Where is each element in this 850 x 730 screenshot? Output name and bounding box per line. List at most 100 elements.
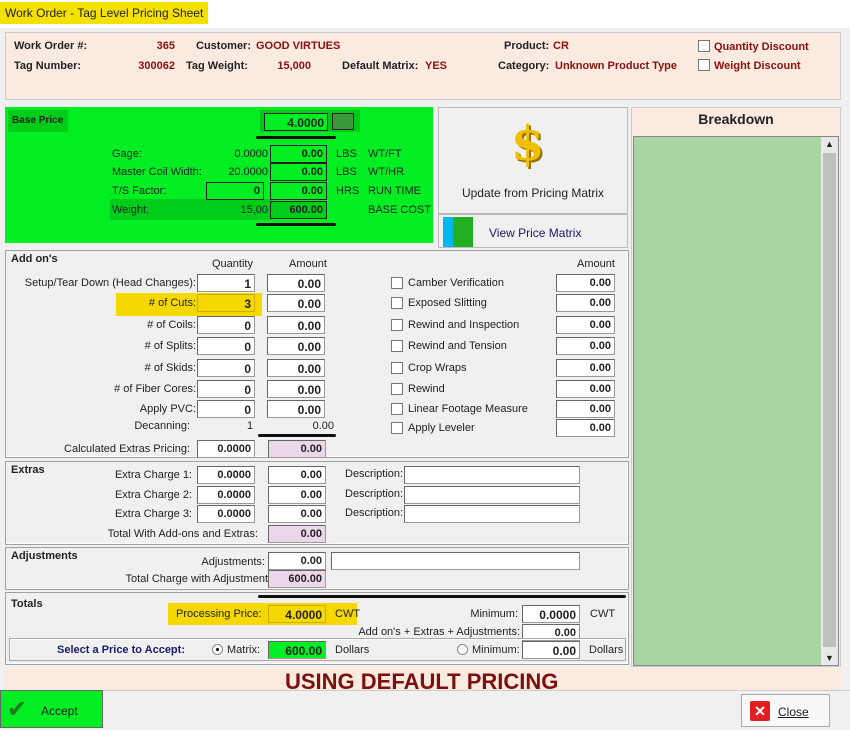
description-input[interactable] — [404, 486, 580, 504]
addon-qty-input[interactable]: 3 — [197, 294, 255, 312]
addon-amount-input[interactable]: 0.00 — [267, 359, 325, 377]
tag-number-value: 300062 — [138, 60, 175, 72]
extras-title: Extras — [11, 464, 45, 476]
addon-option-amount[interactable]: 0.00 — [556, 359, 615, 377]
gage-unit: LBS — [336, 148, 357, 160]
addon-amount-input[interactable]: 0.00 — [267, 316, 325, 334]
breakdown-panel: Breakdown ▲ ▼ — [631, 107, 841, 667]
addon-option-checkbox[interactable] — [391, 362, 403, 374]
description-input[interactable] — [404, 466, 580, 484]
addon-option-label[interactable]: Rewind and Tension — [408, 340, 507, 352]
quantity-discount-checkbox[interactable] — [698, 40, 710, 52]
addon-option-amount[interactable]: 0.00 — [556, 294, 615, 312]
ts-factor-input[interactable]: 0 — [206, 182, 264, 200]
addon-option-label[interactable]: Linear Footage Measure — [408, 403, 528, 415]
default-matrix-value: YES — [425, 60, 448, 72]
close-button[interactable]: ✕ Close — [741, 694, 830, 727]
breakdown-list[interactable] — [633, 136, 839, 666]
options-amount-header: Amount — [577, 258, 615, 270]
ts-desc: RUN TIME — [368, 185, 421, 197]
minimum-radio[interactable] — [457, 644, 468, 655]
addon-qty-input[interactable]: 0 — [197, 400, 255, 418]
accept-button[interactable]: ✔ Accept — [0, 690, 103, 728]
ts-amount[interactable]: 0.00 — [270, 182, 327, 200]
addon-option-checkbox[interactable] — [391, 319, 403, 331]
scrollbar[interactable]: ▲ ▼ — [821, 137, 838, 665]
extra-charge-amount[interactable]: 0.00 — [268, 505, 326, 523]
weight-discount-checkbox[interactable] — [698, 59, 710, 71]
scroll-up-icon[interactable]: ▲ — [825, 139, 834, 149]
extras-total-label: Total With Add-ons and Extras: — [107, 528, 258, 540]
weight-discount-label[interactable]: Weight Discount — [714, 60, 801, 72]
processing-price[interactable]: 4.0000 — [268, 605, 326, 623]
mcw-label: Master Coil Width: — [112, 166, 202, 178]
addon-option-checkbox[interactable] — [391, 340, 403, 352]
scroll-thumb[interactable] — [823, 153, 836, 647]
addon-option-amount[interactable]: 0.00 — [556, 419, 615, 437]
minimum-input[interactable]: 0.0000 — [522, 605, 580, 623]
quantity-discount-label[interactable]: Quantity Discount — [714, 41, 809, 53]
description-input[interactable] — [404, 505, 580, 523]
addon-label: # of Splits: — [144, 340, 196, 352]
addon-qty-input[interactable]: 0 — [197, 316, 255, 334]
addon-option-checkbox[interactable] — [391, 277, 403, 289]
addon-option-amount[interactable]: 0.00 — [556, 337, 615, 355]
addon-label: Apply PVC: — [139, 403, 196, 415]
addon-option-label[interactable]: Rewind — [408, 383, 445, 395]
addon-amount-input[interactable]: 0.00 — [267, 400, 325, 418]
decanning-label: Decanning: — [134, 420, 190, 432]
addon-option-checkbox[interactable] — [391, 297, 403, 309]
scroll-down-icon[interactable]: ▼ — [825, 653, 834, 663]
extra-charge-amount[interactable]: 0.00 — [268, 486, 326, 504]
addon-option-amount[interactable]: 0.00 — [556, 400, 615, 418]
matrix-radio[interactable] — [212, 644, 223, 655]
gage-value: 0.0000 — [234, 148, 268, 160]
addon-option-label[interactable]: Apply Leveler — [408, 422, 475, 434]
mcw-amount[interactable]: 0.00 — [270, 163, 327, 181]
addon-amount-input[interactable]: 0.00 — [267, 274, 325, 292]
addon-option-checkbox[interactable] — [391, 383, 403, 395]
addon-option-label[interactable]: Camber Verification — [408, 277, 504, 289]
addon-amount-input[interactable]: 0.00 — [267, 294, 325, 312]
dollar-icon: $ — [511, 116, 545, 172]
product-value: CR — [553, 40, 569, 52]
extra-charge-label: Extra Charge 1: — [114, 469, 192, 481]
minimum-radio-label[interactable]: Minimum: — [472, 644, 520, 656]
update-from-matrix-button[interactable]: $ Update from Pricing Matrix — [438, 107, 628, 214]
addon-option-label[interactable]: Crop Wraps — [408, 362, 466, 374]
addon-qty-input[interactable]: 1 — [197, 274, 255, 292]
extra-charge-rate[interactable]: 0.0000 — [197, 505, 255, 523]
extras-sum-label: Add on's + Extras + Adjustments: — [358, 626, 520, 638]
extra-charge-amount[interactable]: 0.00 — [268, 466, 326, 484]
addon-label: Setup/Tear Down (Head Changes): — [24, 277, 196, 289]
addon-qty-input[interactable]: 0 — [197, 337, 255, 355]
work-order-label: Work Order #: — [14, 40, 88, 52]
addon-option-checkbox[interactable] — [391, 403, 403, 415]
edit-price-icon[interactable] — [332, 113, 354, 130]
addon-qty-input[interactable]: 0 — [197, 380, 255, 398]
ts-unit: HRS — [336, 185, 360, 197]
gage-amount[interactable]: 0.00 — [270, 145, 327, 163]
addon-option-amount[interactable]: 0.00 — [556, 274, 615, 292]
adjustments-note-input[interactable] — [331, 552, 580, 570]
addon-option-amount[interactable]: 0.00 — [556, 380, 615, 398]
weight-amount[interactable]: 600.00 — [270, 201, 327, 219]
ts-label: T/S Factor: — [112, 185, 167, 197]
extra-charge-rate[interactable]: 0.0000 — [197, 486, 255, 504]
adjustments-input[interactable]: 0.00 — [268, 552, 326, 570]
totals-title: Totals — [11, 598, 43, 610]
matrix-radio-label[interactable]: Matrix: — [227, 644, 260, 656]
extra-charge-rate[interactable]: 0.0000 — [197, 466, 255, 484]
addon-option-label[interactable]: Exposed Slitting — [408, 297, 487, 309]
addon-option-checkbox[interactable] — [391, 422, 403, 434]
gage-label: Gage: — [112, 148, 142, 160]
addon-option-amount[interactable]: 0.00 — [556, 316, 615, 334]
processing-label: Processing Price: — [176, 608, 262, 620]
addon-amount-input[interactable]: 0.00 — [267, 337, 325, 355]
view-price-matrix-button[interactable]: View Price Matrix — [438, 214, 628, 248]
base-price-input[interactable]: 4.0000 — [264, 113, 328, 131]
addon-qty-input[interactable]: 0 — [197, 359, 255, 377]
addon-option-label[interactable]: Rewind and Inspection — [408, 319, 519, 331]
calc-extras-qty[interactable]: 0.0000 — [197, 440, 255, 458]
addon-amount-input[interactable]: 0.00 — [267, 380, 325, 398]
